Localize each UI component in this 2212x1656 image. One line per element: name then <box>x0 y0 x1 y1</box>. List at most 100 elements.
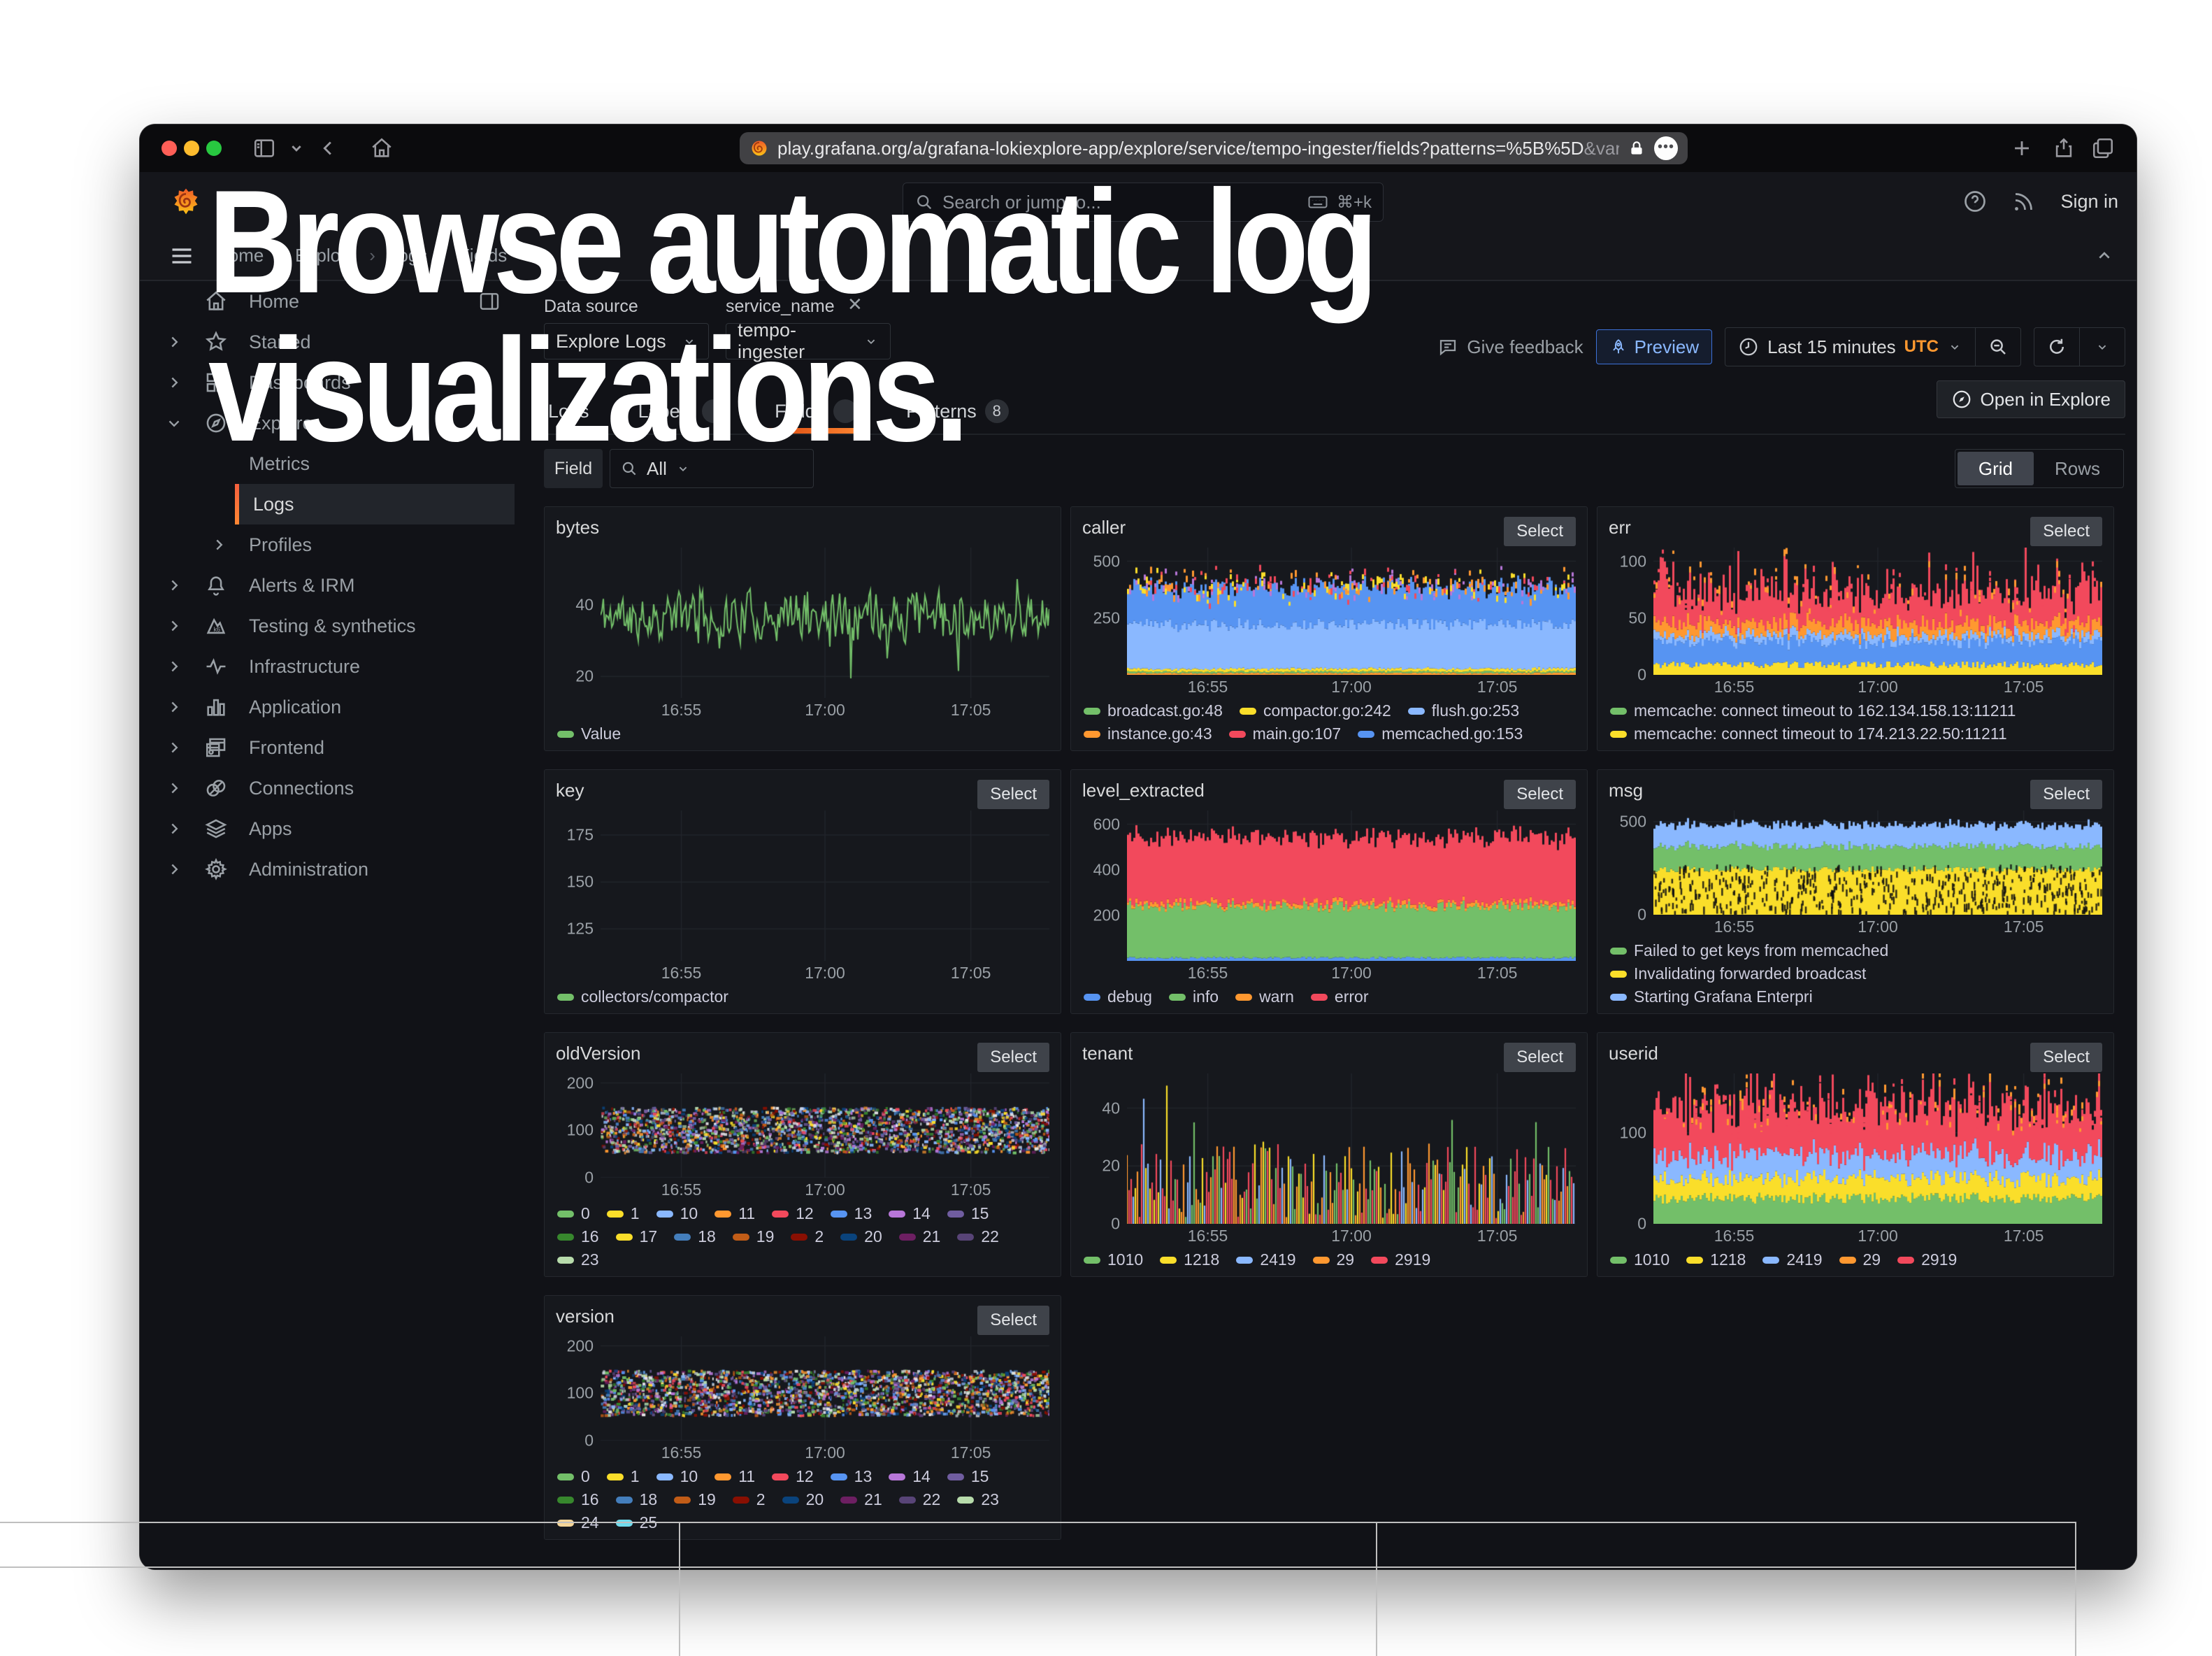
breadcrumb-item-logs[interactable]: Logs <box>388 245 427 266</box>
legend-item[interactable]: 1218 <box>1160 1250 1219 1269</box>
legend-item[interactable]: 21 <box>840 1490 882 1509</box>
back-button[interactable] <box>315 134 343 162</box>
legend-item[interactable]: 1218 <box>1686 1250 1746 1269</box>
legend-item[interactable]: 14 <box>889 1204 931 1223</box>
select-button[interactable]: Select <box>1504 1043 1576 1072</box>
sidebar-item-alerts-irm[interactable]: Alerts & IRM <box>140 565 529 606</box>
dock-sidebar-icon[interactable] <box>478 290 501 313</box>
open-in-explore-button[interactable]: Open in Explore <box>1937 380 2125 418</box>
chevron-right-icon[interactable] <box>165 698 183 716</box>
sign-in-link[interactable]: Sign in <box>2060 191 2118 213</box>
news-icon[interactable] <box>2011 189 2037 214</box>
sidebar-item-connections[interactable]: Connections <box>140 768 529 808</box>
legend-item[interactable]: 14 <box>889 1467 931 1486</box>
legend-item[interactable]: 2 <box>733 1490 766 1509</box>
legend-item[interactable]: 0 <box>557 1467 590 1486</box>
tab-patterns[interactable]: Patterns8 <box>902 393 1013 429</box>
zoom-out-button[interactable] <box>1976 328 2020 366</box>
legend-item[interactable]: 2419 <box>1762 1250 1822 1269</box>
legend-item[interactable]: Invalidating forwarded broadcast <box>1610 964 1866 983</box>
legend-item[interactable]: 21 <box>899 1227 941 1246</box>
legend-item[interactable]: main.go:107 <box>1229 724 1342 743</box>
chevron-right-icon[interactable] <box>165 617 183 635</box>
tab-logs[interactable]: Logs <box>544 393 594 429</box>
legend-item[interactable]: Failed to get keys from memcached <box>1610 941 1888 960</box>
legend-item[interactable]: 11 <box>714 1467 755 1486</box>
time-range-picker[interactable]: Last 15 minutes UTC <box>1725 327 2021 366</box>
sidebar-item-profiles[interactable]: Profiles <box>140 524 529 565</box>
legend-item[interactable]: 13 <box>831 1204 872 1223</box>
sidebar-item-starred[interactable]: Starred <box>140 322 529 362</box>
give-feedback-link[interactable]: Give feedback <box>1437 336 1583 358</box>
legend-item[interactable]: 2919 <box>1897 1250 1957 1269</box>
variable-select[interactable]: tempo-ingester <box>726 323 891 359</box>
legend-item[interactable]: 13 <box>831 1467 872 1486</box>
chevron-right-icon[interactable] <box>165 657 183 676</box>
legend-item[interactable]: 29 <box>1839 1250 1881 1269</box>
legend-item[interactable]: 23 <box>957 1490 999 1509</box>
legend-item[interactable]: 20 <box>840 1227 882 1246</box>
sidebar-item-home[interactable]: Home <box>140 281 529 322</box>
window-close-button[interactable] <box>161 141 177 156</box>
legend-item[interactable]: 29 <box>1313 1250 1355 1269</box>
view-grid-option[interactable]: Grid <box>1958 452 2034 485</box>
home-button[interactable] <box>368 134 396 162</box>
tab-fields[interactable]: Fields <box>770 393 861 429</box>
search-input[interactable]: Search or jump to... ⌘+k <box>903 183 1384 222</box>
legend-item[interactable]: 22 <box>899 1490 941 1509</box>
legend-item[interactable]: 10 <box>656 1467 698 1486</box>
legend-item[interactable]: 19 <box>733 1227 775 1246</box>
chevron-right-icon[interactable] <box>165 779 183 797</box>
legend-item[interactable]: 1010 <box>1084 1250 1143 1269</box>
legend-item[interactable]: 2419 <box>1236 1250 1295 1269</box>
legend-item[interactable]: 19 <box>674 1490 716 1509</box>
legend-item[interactable]: 15 <box>947 1204 989 1223</box>
chevron-right-icon[interactable] <box>165 373 183 392</box>
legend-item[interactable]: 15 <box>947 1467 989 1486</box>
legend-item[interactable]: 22 <box>957 1227 999 1246</box>
chevron-right-icon[interactable] <box>165 738 183 757</box>
select-button[interactable]: Select <box>2030 780 2102 809</box>
legend-item[interactable]: 23 <box>557 1250 599 1269</box>
select-button[interactable]: Select <box>977 1306 1049 1335</box>
preview-button[interactable]: Preview <box>1596 329 1712 364</box>
menu-icon[interactable] <box>168 243 196 269</box>
select-button[interactable]: Select <box>1504 780 1576 809</box>
legend-item[interactable]: memcache: connect timeout to 174.213.22.… <box>1610 724 2007 743</box>
chevron-right-icon[interactable] <box>165 820 183 838</box>
tabs-overview-icon[interactable] <box>2089 134 2117 162</box>
legend-item[interactable]: 2 <box>791 1227 824 1246</box>
select-button[interactable]: Select <box>2030 517 2102 546</box>
legend-item[interactable]: 0 <box>557 1204 590 1223</box>
collapse-icon[interactable] <box>2093 245 2116 267</box>
sidebar-item-dashboards[interactable]: Dashboards <box>140 362 529 403</box>
legend-item[interactable]: memcached.go:153 <box>1358 724 1523 743</box>
legend-item[interactable]: 2919 <box>1371 1250 1430 1269</box>
sidebar-item-apps[interactable]: Apps <box>140 808 529 849</box>
select-button[interactable]: Select <box>1504 517 1576 546</box>
legend-item[interactable]: 12 <box>772 1467 814 1486</box>
legend-item[interactable]: warn <box>1235 987 1294 1006</box>
legend-item[interactable]: Value <box>557 724 621 743</box>
view-rows-option[interactable]: Rows <box>2034 452 2121 485</box>
legend-item[interactable]: instance.go:43 <box>1084 724 1212 743</box>
share-icon[interactable] <box>2050 134 2078 162</box>
legend-item[interactable]: Starting Grafana Enterpri <box>1610 987 1813 1006</box>
legend-item[interactable]: 16 <box>557 1490 599 1509</box>
refresh-button[interactable] <box>2034 328 2079 366</box>
browser-sidebar-icon[interactable] <box>250 134 278 162</box>
sidebar-item-metrics[interactable]: Metrics <box>140 443 529 484</box>
chevron-right-icon[interactable] <box>210 536 228 554</box>
tab-labels[interactable]: Labels <box>634 393 731 429</box>
refresh-interval-dropdown[interactable] <box>2080 328 2125 366</box>
legend-item[interactable]: debug <box>1084 987 1152 1006</box>
window-minimize-button[interactable] <box>184 141 199 156</box>
select-button[interactable]: Select <box>977 1043 1049 1072</box>
sidebar-item-explore[interactable]: Explore <box>140 403 529 443</box>
legend-item[interactable]: 17 <box>616 1227 658 1246</box>
legend-item[interactable]: 11 <box>714 1204 755 1223</box>
sidebar-item-testing-synthetics[interactable]: k6Testing & synthetics <box>140 606 529 646</box>
legend-item[interactable]: memcache: connect timeout to 162.134.158… <box>1610 701 2016 720</box>
sidebar-item-administration[interactable]: Administration <box>140 849 529 890</box>
sidebar-item-application[interactable]: Application <box>140 687 529 727</box>
